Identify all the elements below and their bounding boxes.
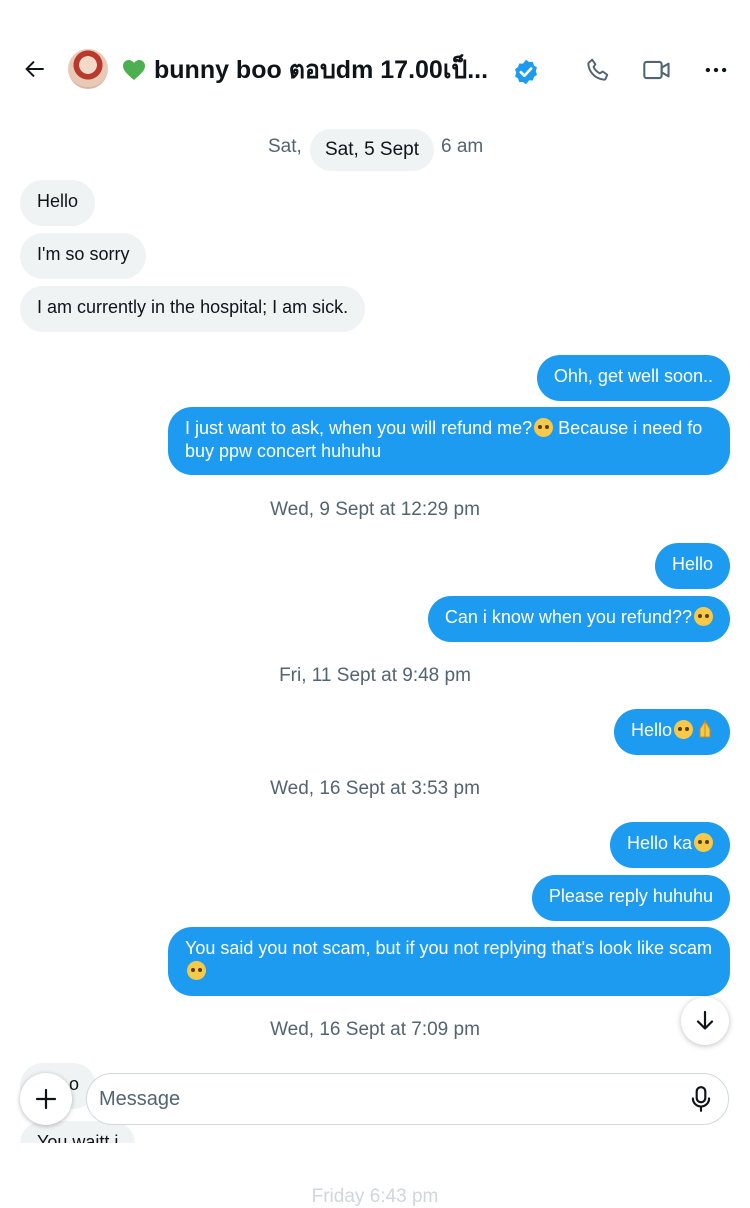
- phone-icon: [587, 58, 609, 81]
- more-horizontal-icon: [705, 67, 727, 73]
- timestamp-partial-left: Sat,: [268, 136, 302, 157]
- message-outgoing[interactable]: Hello: [613, 709, 730, 755]
- message-incoming[interactable]: Hello: [20, 180, 96, 226]
- video-camera-icon: [643, 60, 670, 80]
- sticky-date-pill: Sat, 5 Sept: [310, 129, 435, 171]
- timestamp: Fri, 11 Sept at 9:48 pm: [279, 665, 471, 686]
- more-options-button[interactable]: [698, 52, 734, 88]
- timestamp: Wed, 16 Sept at 7:09 pm: [270, 1019, 480, 1040]
- message-composer: [86, 1073, 729, 1125]
- microphone-icon: [691, 1086, 711, 1112]
- timestamp: Wed, 16 Sept at 3:53 pm: [270, 778, 480, 799]
- avatar[interactable]: [68, 49, 108, 89]
- add-attachment-button[interactable]: [20, 1073, 72, 1125]
- timestamp: Wed, 9 Sept at 12:29 pm: [270, 499, 480, 520]
- message-input[interactable]: [99, 1074, 659, 1124]
- message-text: I just want to ask, when you will refund…: [185, 418, 533, 438]
- pleading-face-emoji-icon: [694, 833, 713, 852]
- message-text: Hello ka: [626, 833, 692, 853]
- message-outgoing[interactable]: Hello: [654, 543, 730, 589]
- folded-hands-emoji-icon: [699, 720, 711, 738]
- green-heart-icon: [123, 60, 145, 80]
- conversation-title-text: bunny boo ตอบdm 17.00เป็...: [154, 56, 489, 84]
- message-outgoing[interactable]: Can i know when you refund??: [427, 596, 730, 642]
- message-text: Can i know when you refund??: [444, 607, 692, 627]
- verified-badge-icon: [515, 59, 537, 85]
- call-button[interactable]: [580, 52, 616, 88]
- timestamp-partial-right: 6 am: [441, 136, 484, 157]
- message-outgoing[interactable]: You said you not scam, but if you not re…: [168, 927, 730, 996]
- message-outgoing[interactable]: I just want to ask, when you will refund…: [168, 407, 730, 475]
- conversation-header: bunny boo ตอบdm 17.00เป็...: [0, 0, 750, 112]
- message-outgoing[interactable]: Please reply huhuhu: [531, 875, 730, 921]
- message-outgoing[interactable]: Hello ka: [609, 822, 730, 868]
- timestamp: Friday 6:43 pm: [311, 1186, 439, 1207]
- conversation-title[interactable]: bunny boo ตอบdm 17.00เป็...: [122, 50, 512, 90]
- arrow-down-icon: [696, 1010, 714, 1030]
- back-button[interactable]: [18, 52, 52, 86]
- voice-message-button[interactable]: [684, 1082, 718, 1116]
- smiling-face-emoji-icon: [694, 607, 713, 626]
- plus-icon: [35, 1088, 57, 1110]
- crying-face-emoji-icon: [187, 961, 206, 980]
- message-incoming[interactable]: I am currently in the hospital; I am sic…: [20, 286, 366, 332]
- message-outgoing[interactable]: Ohh, get well soon..: [536, 355, 730, 401]
- scroll-to-bottom-button[interactable]: [681, 997, 729, 1045]
- message-text: Hello: [630, 720, 672, 740]
- message-incoming[interactable]: You waitt i: [20, 1121, 136, 1143]
- message-text: You said you not scam, but if you not re…: [185, 938, 713, 958]
- arrow-left-icon: [25, 60, 44, 78]
- pleading-face-emoji-icon: [674, 720, 693, 739]
- video-call-button[interactable]: [639, 52, 675, 88]
- message-incoming[interactable]: I'm so sorry: [20, 233, 147, 279]
- crying-face-emoji-icon: [534, 418, 554, 437]
